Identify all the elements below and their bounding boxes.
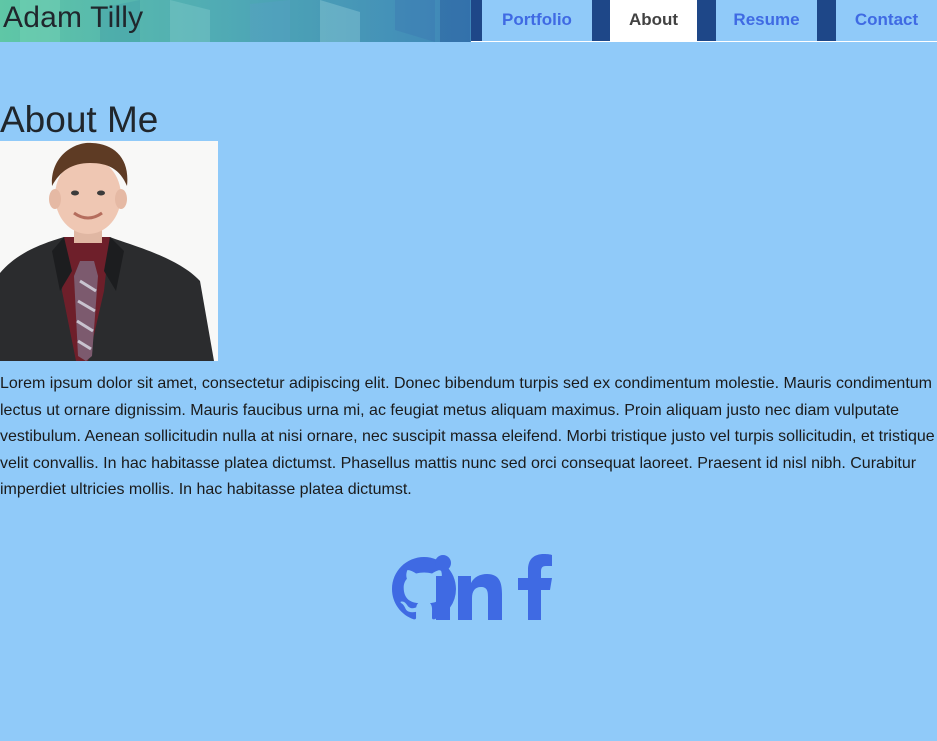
nav-divider	[471, 41, 937, 42]
nav-portfolio[interactable]: Portfolio	[482, 0, 592, 41]
page: Adam Tilly Portfolio About Resume Contac…	[0, 0, 937, 741]
nav-contact[interactable]: Contact	[836, 0, 937, 41]
facebook-icon	[518, 554, 552, 620]
profile-photo	[0, 141, 218, 361]
site-header: Adam Tilly Portfolio About Resume Contac…	[0, 0, 937, 42]
linkedin-link[interactable]	[434, 554, 504, 627]
facebook-link[interactable]	[516, 554, 554, 627]
linkedin-icon	[435, 555, 502, 620]
site-title[interactable]: Adam Tilly	[3, 0, 143, 38]
nav-about[interactable]: About	[610, 0, 697, 41]
bio-text: Lorem ipsum dolor sit amet, consectetur …	[0, 375, 935, 498]
page-title: About Me	[0, 99, 159, 140]
nav-resume[interactable]: Resume	[716, 0, 817, 41]
